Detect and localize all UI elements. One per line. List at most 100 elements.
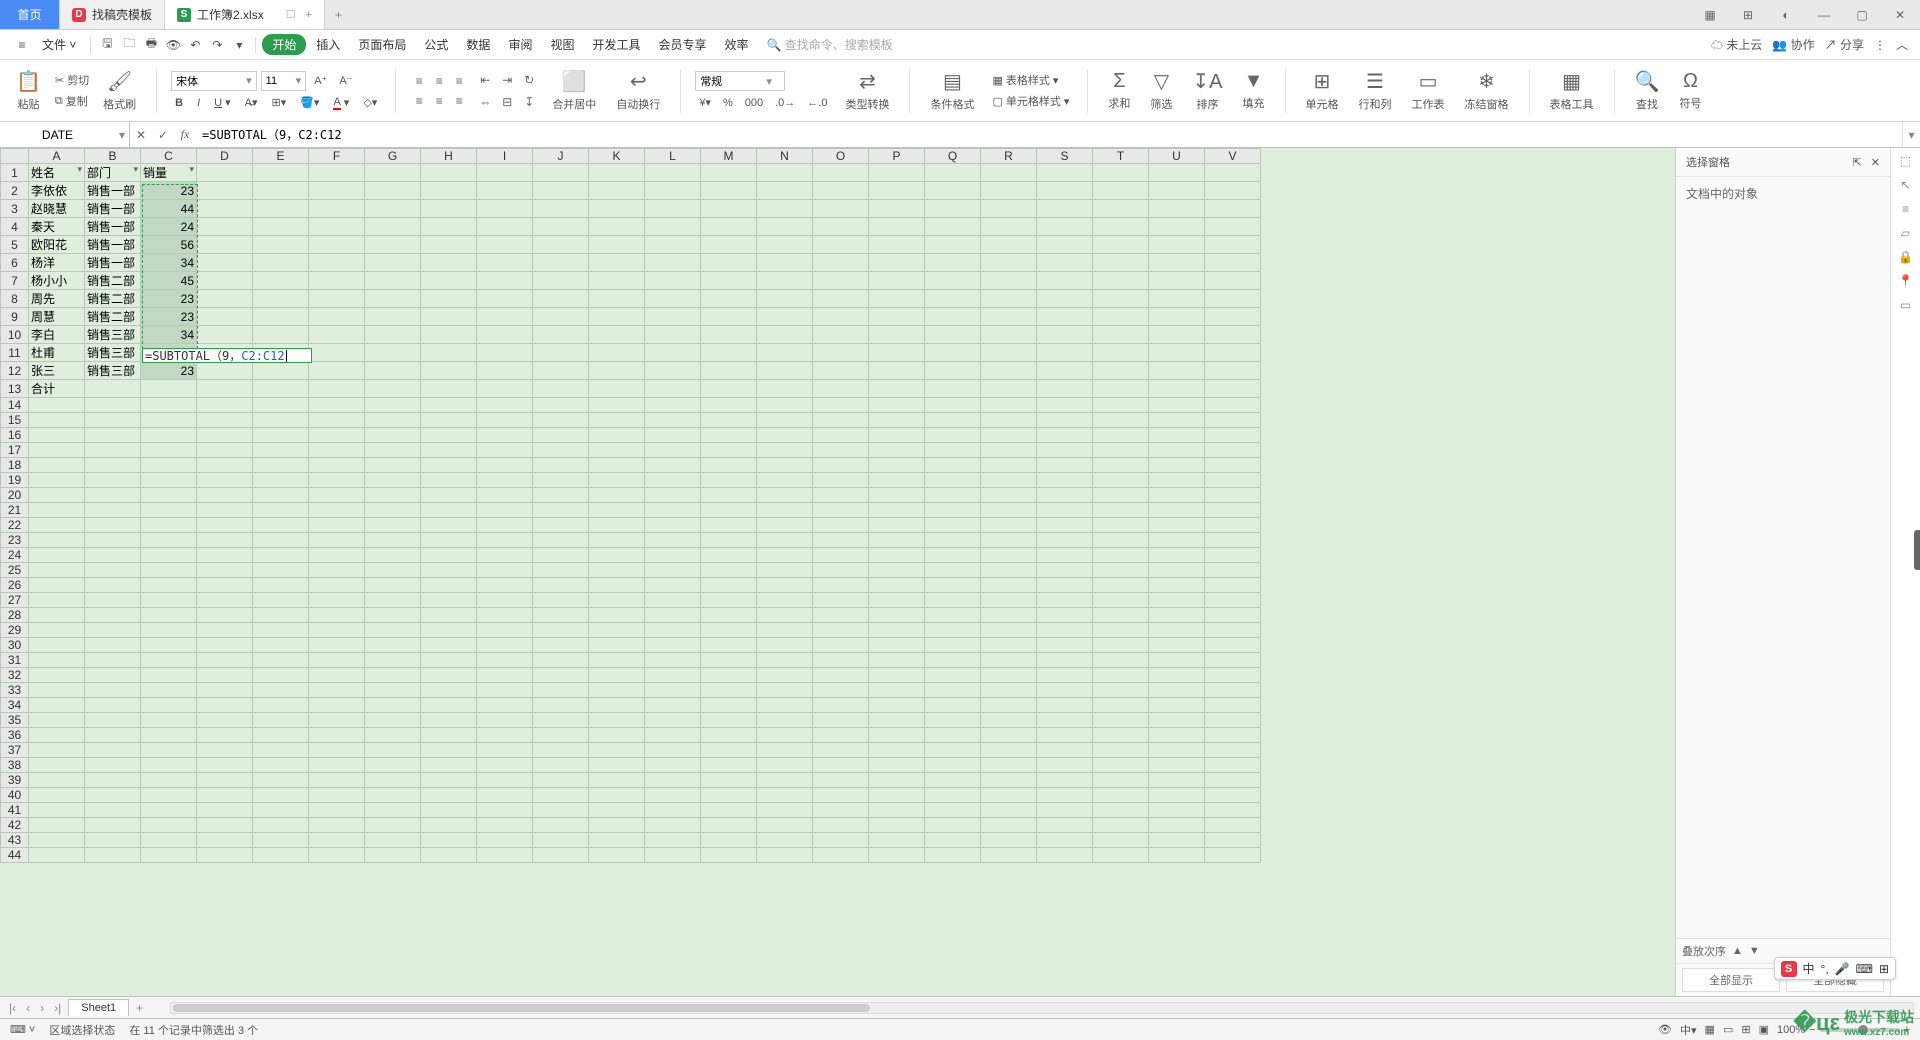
cell-E7[interactable] <box>253 272 309 290</box>
cell-S44[interactable] <box>1037 848 1093 863</box>
row-header-19[interactable]: 19 <box>1 473 29 488</box>
cell-C34[interactable] <box>141 698 197 713</box>
menu-view[interactable]: 视图 <box>542 32 582 57</box>
cell-S26[interactable] <box>1037 578 1093 593</box>
cell-K5[interactable] <box>589 236 645 254</box>
cell-Q40[interactable] <box>925 788 981 803</box>
cell-A5[interactable]: 欧阳花 <box>29 236 85 254</box>
cell-P34[interactable] <box>869 698 925 713</box>
dec-dec-button[interactable]: ←.0 <box>803 95 831 110</box>
cell-C32[interactable] <box>141 668 197 683</box>
cell-E15[interactable] <box>253 413 309 428</box>
cell-L34[interactable] <box>645 698 701 713</box>
view-lang-icon[interactable]: 中▾ <box>1680 1022 1697 1038</box>
cell-T8[interactable] <box>1093 290 1149 308</box>
cell-I2[interactable] <box>477 182 533 200</box>
cell-Q28[interactable] <box>925 608 981 623</box>
cell-O24[interactable] <box>813 548 869 563</box>
cell-T13[interactable] <box>1093 380 1149 398</box>
strike-button[interactable]: A̶▾ <box>241 95 262 111</box>
cell-V35[interactable] <box>1205 713 1261 728</box>
cell-D13[interactable] <box>197 380 253 398</box>
cell-V19[interactable] <box>1205 473 1261 488</box>
cell-T30[interactable] <box>1093 638 1149 653</box>
cloud-status[interactable]: ☁ 未上云 <box>1711 36 1762 53</box>
cell-H5[interactable] <box>421 236 477 254</box>
cell-J20[interactable] <box>533 488 589 503</box>
symbol-button[interactable]: Ω符号 <box>1673 68 1707 113</box>
col-header-L[interactable]: L <box>645 149 701 164</box>
cell-Q12[interactable] <box>925 362 981 380</box>
cell-D38[interactable] <box>197 758 253 773</box>
cell-C5[interactable]: 56 <box>141 236 197 254</box>
row-header-27[interactable]: 27 <box>1 593 29 608</box>
cell-A10[interactable]: 李白 <box>29 326 85 344</box>
row-header-12[interactable]: 12 <box>1 362 29 380</box>
cell-U15[interactable] <box>1149 413 1205 428</box>
cell-K15[interactable] <box>589 413 645 428</box>
zoom-thumb[interactable] <box>1858 1025 1868 1035</box>
name-box[interactable]: ▾ <box>0 122 130 147</box>
cell-O34[interactable] <box>813 698 869 713</box>
cell-B23[interactable] <box>85 533 141 548</box>
cell-S5[interactable] <box>1037 236 1093 254</box>
cell-O26[interactable] <box>813 578 869 593</box>
cell-U18[interactable] <box>1149 458 1205 473</box>
menu-review[interactable]: 审阅 <box>500 32 540 57</box>
cell-I11[interactable] <box>477 344 533 362</box>
row-header-9[interactable]: 9 <box>1 308 29 326</box>
cell-A28[interactable] <box>29 608 85 623</box>
fill-color-button[interactable]: 🪣▾ <box>296 95 323 111</box>
cell-U42[interactable] <box>1149 818 1205 833</box>
cell-L35[interactable] <box>645 713 701 728</box>
cell-F26[interactable] <box>309 578 365 593</box>
cell-H22[interactable] <box>421 518 477 533</box>
cell-V6[interactable] <box>1205 254 1261 272</box>
cell-H15[interactable] <box>421 413 477 428</box>
cell-T28[interactable] <box>1093 608 1149 623</box>
cell-P3[interactable] <box>869 200 925 218</box>
cell-B43[interactable] <box>85 833 141 848</box>
cell-O5[interactable] <box>813 236 869 254</box>
cell-Q32[interactable] <box>925 668 981 683</box>
merge-button[interactable]: ⬜合并居中 <box>546 67 602 114</box>
cell-N15[interactable] <box>757 413 813 428</box>
cell-V15[interactable] <box>1205 413 1261 428</box>
cell-O9[interactable] <box>813 308 869 326</box>
col-header-S[interactable]: S <box>1037 149 1093 164</box>
cell-D27[interactable] <box>197 593 253 608</box>
tab-home[interactable]: 首页 <box>0 0 60 29</box>
row-header-44[interactable]: 44 <box>1 848 29 863</box>
cell-H36[interactable] <box>421 728 477 743</box>
cell-G17[interactable] <box>365 443 421 458</box>
cell-L26[interactable] <box>645 578 701 593</box>
cell-O8[interactable] <box>813 290 869 308</box>
clear-format-button[interactable]: ◇▾ <box>359 95 381 111</box>
cell-N27[interactable] <box>757 593 813 608</box>
cell-C20[interactable] <box>141 488 197 503</box>
cell-H19[interactable] <box>421 473 477 488</box>
cell-U2[interactable] <box>1149 182 1205 200</box>
orientation[interactable]: ↻ <box>520 71 538 89</box>
row-header-2[interactable]: 2 <box>1 182 29 200</box>
cell-U23[interactable] <box>1149 533 1205 548</box>
cell-L43[interactable] <box>645 833 701 848</box>
cell-S27[interactable] <box>1037 593 1093 608</box>
cell-V23[interactable] <box>1205 533 1261 548</box>
cell-C37[interactable] <box>141 743 197 758</box>
cell-V21[interactable] <box>1205 503 1261 518</box>
cell-F36[interactable] <box>309 728 365 743</box>
cell-I16[interactable] <box>477 428 533 443</box>
cell-E12[interactable] <box>253 362 309 380</box>
rowcol-button[interactable]: ☰行和列 <box>1353 67 1398 114</box>
cell-T25[interactable] <box>1093 563 1149 578</box>
cell-J16[interactable] <box>533 428 589 443</box>
cell-V20[interactable] <box>1205 488 1261 503</box>
cell-C12[interactable]: 23 <box>141 362 197 380</box>
cell-E3[interactable] <box>253 200 309 218</box>
cell-F27[interactable] <box>309 593 365 608</box>
cell-L21[interactable] <box>645 503 701 518</box>
percent-button[interactable]: % <box>719 95 737 110</box>
cell-P31[interactable] <box>869 653 925 668</box>
cell-C21[interactable] <box>141 503 197 518</box>
